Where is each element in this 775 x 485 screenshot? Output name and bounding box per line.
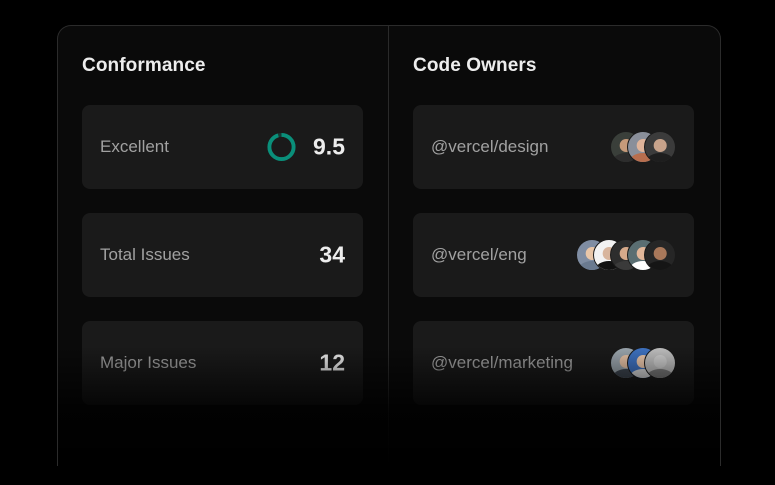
- team-name: @vercel/eng: [431, 245, 527, 264]
- team-card-eng[interactable]: @vercel/eng: [413, 213, 694, 297]
- score-ring-icon: [267, 132, 296, 162]
- major-issues-label: Major Issues: [100, 353, 197, 372]
- conformance-title: Conformance: [82, 55, 206, 76]
- major-issues-value: 12: [319, 349, 345, 376]
- score-label: Excellent: [100, 137, 169, 156]
- score-value: 9.5: [313, 133, 345, 160]
- avatar[interactable]: [644, 239, 676, 271]
- team-card-marketing[interactable]: @vercel/marketing: [413, 321, 694, 405]
- team-name: @vercel/design: [431, 137, 549, 156]
- conformance-score-card[interactable]: Excellent 9.5: [82, 105, 363, 189]
- column-divider: [388, 26, 389, 466]
- avatar[interactable]: [644, 131, 676, 163]
- avatar-stack: [610, 347, 676, 379]
- total-issues-label: Total Issues: [100, 245, 190, 264]
- team-card-design[interactable]: @vercel/design: [413, 105, 694, 189]
- team-name: @vercel/marketing: [431, 353, 573, 372]
- avatar-stack: [610, 131, 676, 163]
- avatar-stack: [576, 239, 676, 271]
- major-issues-card[interactable]: Major Issues 12: [82, 321, 363, 405]
- avatar[interactable]: [644, 347, 676, 379]
- total-issues-card[interactable]: Total Issues 34: [82, 213, 363, 297]
- code-owners-title: Code Owners: [413, 55, 537, 76]
- total-issues-value: 34: [319, 241, 345, 268]
- conformance-owners-panel: Conformance Excellent 9.5 Total Issues 3…: [57, 25, 721, 466]
